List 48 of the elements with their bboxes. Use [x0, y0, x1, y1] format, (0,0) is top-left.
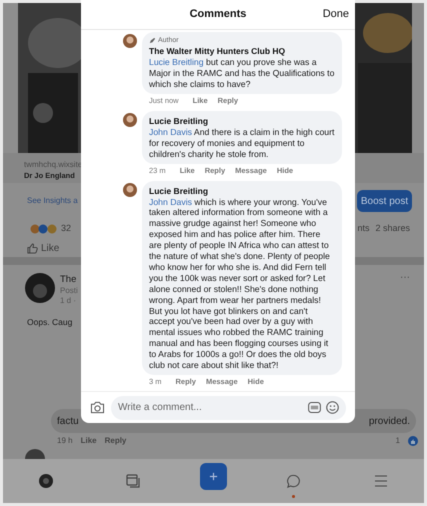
- post-meta: Posti: [60, 286, 78, 296]
- comment-text: John Davis which is where your wrong. You've taken altered information from someone with a massive grudge against her! Someone who exposed him and has police after him. There are plenty of people IN Africa who can attest to the nature of what she's done. Plenty of people who know her for who she is. And did Fern tell you the 100k was never sort or asked for? Let alone conned or stolen!! She's done nothing wrong. Apart from wear her partners medals! But you lot have got blinkers on and can't accept you've been had over by a guy with mental issues who robbed the RAMC training manual and has been flogging courses using it to Arabs for 1000s a go!! Or does the old boys club not care about shit like that?!: [149, 196, 331, 371]
- mention-link[interactable]: Lucie Breitling: [149, 57, 204, 68]
- comment-text: provided.: [368, 414, 410, 428]
- like-reaction-icon: [408, 436, 418, 446]
- shares-count: 2 shares: [375, 222, 410, 236]
- avatar-icon: [25, 273, 55, 303]
- reactions-icon: [30, 224, 58, 234]
- emoji-icon[interactable]: [326, 401, 339, 414]
- reaction-count: 32: [61, 222, 72, 236]
- pages-icon: [126, 474, 140, 488]
- modal-title: Comments: [190, 7, 246, 22]
- gif-icon[interactable]: [308, 402, 321, 413]
- create-tab[interactable]: [200, 462, 227, 490]
- comment-text: factu: [57, 414, 79, 428]
- like-count: 1: [396, 435, 400, 447]
- thumbs-up-icon: [27, 242, 38, 254]
- post-time: 1 d ·: [60, 296, 76, 306]
- camera-icon[interactable]: [90, 401, 105, 414]
- post-author: The: [60, 273, 76, 286]
- chat-bubble-icon: [286, 474, 302, 488]
- comments-count: nts: [357, 222, 370, 236]
- avatar-icon: [123, 182, 137, 196]
- avatar-icon: [39, 474, 54, 488]
- avatar-icon: [123, 34, 137, 48]
- insights-link[interactable]: See Insights a: [27, 195, 78, 207]
- plus-icon: [208, 472, 218, 480]
- more-button[interactable]: ···: [400, 273, 410, 283]
- boost-post-button[interactable]: Boost post: [357, 190, 412, 212]
- like-link[interactable]: Like: [80, 435, 97, 447]
- menu-icon: [374, 475, 388, 487]
- commenter-name: The Walter Mitty Hunters Club HQ: [149, 45, 286, 58]
- comment-text: Lucie Breitling but can you prove she was a Major in the RAMC and has the Qualifications to which she claims to have?: [149, 57, 335, 90]
- commenter-name: Lucie Breitling: [149, 184, 208, 196]
- mention-link[interactable]: John Davis: [149, 196, 192, 206]
- pen-icon: [149, 37, 156, 44]
- comment-field[interactable]: Write a comment...: [111, 396, 346, 420]
- like-button[interactable]: Like: [27, 240, 60, 256]
- comment-text: John Davis And there is a claim in the high court for recovery of monies and equipment to children's charity he stole from.: [149, 126, 335, 160]
- post-text: Oops. Caug: [27, 317, 72, 327]
- done-button[interactable]: Done: [322, 6, 349, 23]
- avatar-icon: [123, 112, 137, 127]
- comment-input[interactable]: Write a comment...: [118, 400, 303, 415]
- link-domain: twmhchq.wixsite: [24, 159, 82, 170]
- reply-link[interactable]: Reply: [104, 435, 126, 447]
- mention-link[interactable]: John Davis: [149, 126, 192, 137]
- commenter-name: Lucie Breitling: [149, 114, 208, 127]
- comment-time: 19 h: [57, 435, 73, 447]
